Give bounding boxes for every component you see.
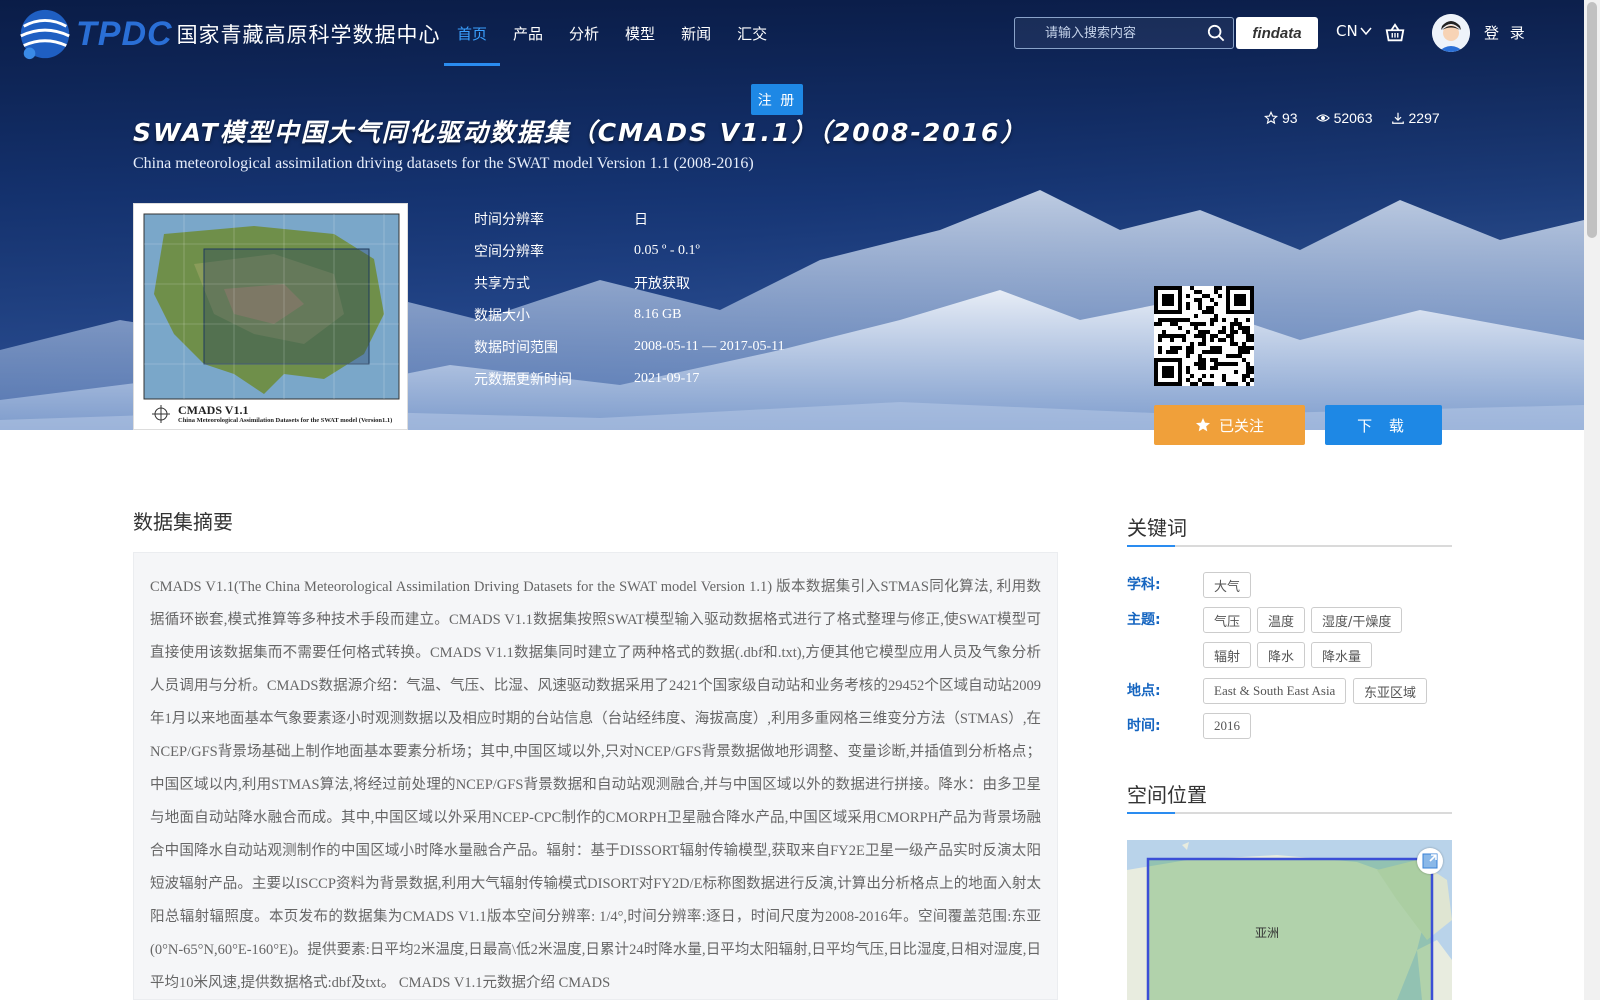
keyword-tag[interactable]: 降水量 [1311,642,1373,668]
keyword-tag[interactable]: 辐射 [1203,642,1252,668]
search-icon[interactable] [1207,24,1225,42]
nav-submit[interactable]: 汇交 [724,0,780,66]
register-button[interactable]: 注 册 [751,84,803,115]
qr-code [1154,286,1254,386]
language-switcher[interactable]: CN [1336,22,1372,40]
logo-subtitle: 国家青藏高原科学数据中心 [176,23,441,47]
abstract-panel: CMADS V1.1(The China Meteorological Assi… [133,552,1058,1000]
views-count: 52063 [1333,110,1373,126]
dataset-thumbnail[interactable]: CMADS V1.1 China Meteorological Assimila… [133,203,408,430]
cart-icon[interactable] [1384,22,1406,44]
meta-row: 数据时间范围 2008-05-11 — 2017-05-11 [474,331,994,363]
map-canvas [1127,840,1452,1000]
keywords-heading: 关键词 [1127,516,1187,540]
meta-label: 空间分辨率 [474,244,544,260]
chevron-down-icon [1360,27,1372,36]
top-navigation-bar: TPDC 国家青藏高原科学数据中心 首页 产品 分析 模型 新闻 汇交 find… [0,0,1584,66]
dataset-metadata: 时间分辨率 日 空间分辨率 0.05 º - 0.1º 共享方式 开放获取 数据… [474,203,994,395]
nav-products[interactable]: 产品 [500,0,556,66]
search-input[interactable] [1015,18,1201,48]
meta-value: 日 [634,213,648,228]
keyword-tag[interactable]: 2016 [1203,713,1251,739]
avatar[interactable] [1432,14,1470,52]
spatial-heading: 空间位置 [1127,783,1207,807]
map-expand-button[interactable] [1417,848,1443,874]
main-nav: 首页 产品 分析 模型 新闻 汇交 [444,0,780,66]
dataset-title-english: China meteorological assimilation drivin… [133,155,754,172]
meta-label: 共享方式 [474,276,530,292]
nav-home[interactable]: 首页 [444,0,501,66]
keyword-tag[interactable]: 气压 [1203,607,1252,633]
download-button[interactable]: 下 载 [1325,405,1442,445]
meta-row: 时间分辨率 日 [474,203,994,235]
meta-value: 开放获取 [634,277,690,292]
downloads-count: 2297 [1408,110,1440,126]
page-scrollbar[interactable] [1584,0,1600,1000]
map-label: 亚洲 [1255,926,1280,940]
abstract-text: CMADS V1.1(The China Meteorological Assi… [150,579,1042,991]
abstract-heading: 数据集摘要 [133,510,233,534]
dataset-title: SWAT模型中国大气同化驱动数据集（CMADS V1.1）（2008-2016） [133,118,1028,147]
follow-button[interactable]: 已关注 [1154,405,1305,445]
findata-label: findata [1252,24,1302,42]
stars-stat[interactable]: 93 [1264,110,1298,126]
keyword-label-discipline: 学科: [1127,577,1161,593]
nav-analysis[interactable]: 分析 [556,0,612,66]
keyword-tag[interactable]: 东亚区域 [1353,678,1428,704]
download-icon [1391,112,1404,124]
stars-count: 93 [1282,110,1298,126]
search-box [1014,17,1234,49]
keywords-divider [1127,545,1452,547]
keyword-label-time: 时间: [1127,718,1161,734]
follow-label: 已关注 [1218,416,1264,435]
meta-label: 元数据更新时间 [474,372,572,388]
meta-value: 0.05 º - 0.1º [634,243,700,258]
thumbnail-subcaption: China Meteorological Assimilation Datase… [178,417,393,424]
map-expand-icon [1422,853,1438,869]
site-logo[interactable]: TPDC 国家青藏高原科学数据中心 [16,4,441,64]
keyword-label-theme: 主题: [1127,612,1161,628]
star-filled-icon [1195,418,1210,432]
downloads-stat: 2297 [1391,110,1440,126]
meta-row: 空间分辨率 0.05 º - 0.1º [474,235,994,267]
keyword-label-place: 地点: [1127,683,1161,699]
user-avatar-icon [1432,14,1470,52]
keyword-tag[interactable]: 降水 [1257,642,1306,668]
eye-icon [1315,114,1330,122]
thumbnail-caption: CMADS V1.1 [178,403,249,417]
language-label: CN [1336,22,1358,40]
keyword-tag[interactable]: 湿度/干燥度 [1311,607,1403,633]
nav-models[interactable]: 模型 [612,0,668,66]
meta-label: 数据时间范围 [474,340,558,356]
views-stat: 52063 [1315,110,1373,126]
meta-row: 数据大小 8.16 GB [474,299,994,331]
spatial-map[interactable]: 亚洲 [1127,840,1452,1000]
meta-value: 2021-09-17 [634,371,700,386]
thumbnail-map [134,204,407,429]
login-link[interactable]: 登 录 [1484,22,1528,43]
keyword-tag[interactable]: 温度 [1257,607,1306,633]
meta-value: 2008-05-11 — 2017-05-11 [634,339,785,354]
meta-row: 共享方式 开放获取 [474,267,994,299]
findata-button[interactable]: findata [1236,17,1318,49]
keyword-tag[interactable]: East & South East Asia [1203,678,1347,704]
globe-logo-icon [20,9,70,60]
spatial-divider [1127,812,1452,814]
keyword-tag[interactable]: 大气 [1203,572,1252,598]
nav-news[interactable]: 新闻 [668,0,724,66]
logo-wordmark: TPDC [76,14,173,53]
scrollbar-thumb[interactable] [1587,2,1597,238]
meta-label: 数据大小 [474,308,530,324]
dataset-stats: 93 52063 2297 [1264,110,1440,126]
meta-value: 8.16 GB [634,307,682,322]
star-outline-icon [1264,111,1278,125]
meta-label: 时间分辨率 [474,212,544,228]
qr-code-icon [1154,286,1254,386]
meta-row: 元数据更新时间 2021-09-17 [474,363,994,395]
